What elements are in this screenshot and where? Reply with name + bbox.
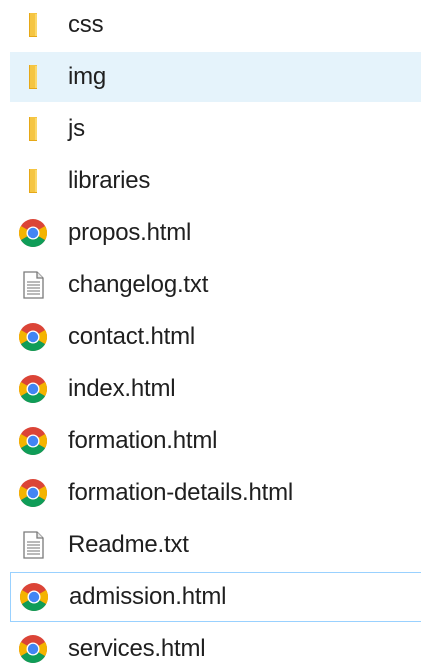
chrome-icon	[19, 323, 47, 351]
file-row-contact-html[interactable]: contact.html	[10, 312, 421, 362]
folder-icon	[29, 65, 37, 89]
file-row-libraries[interactable]: libraries	[10, 156, 421, 206]
file-name: formation.html	[68, 427, 218, 454]
file-row-css[interactable]: css	[10, 0, 421, 50]
text-file-icon	[23, 271, 44, 299]
file-name: libraries	[68, 167, 151, 194]
file-name: formation-details.html	[68, 479, 294, 506]
file-name: services.html	[68, 635, 206, 662]
file-name: propos.html	[68, 219, 192, 246]
file-row-formation-details-html[interactable]: formation-details.html	[10, 468, 421, 518]
file-row-services-html[interactable]: services.html	[10, 624, 421, 663]
file-name: css	[68, 11, 104, 38]
file-row-readme-txt[interactable]: Readme.txt	[10, 520, 421, 570]
chrome-icon	[19, 219, 47, 247]
file-row-formation-html[interactable]: formation.html	[10, 416, 421, 466]
file-row-changelog-txt[interactable]: changelog.txt	[10, 260, 421, 310]
chrome-icon	[20, 583, 48, 611]
file-list: css img js libraries propos.html changel…	[0, 0, 421, 663]
file-name: changelog.txt	[68, 271, 209, 298]
file-name: img	[68, 63, 107, 90]
file-name: contact.html	[68, 323, 195, 350]
chrome-icon	[19, 635, 47, 663]
folder-icon	[29, 169, 37, 193]
file-row-img[interactable]: img	[10, 52, 421, 102]
chrome-icon	[19, 427, 47, 455]
text-file-icon	[23, 531, 44, 559]
file-name: index.html	[68, 375, 176, 402]
folder-icon	[29, 13, 37, 37]
file-name: js	[68, 115, 85, 142]
chrome-icon	[19, 479, 47, 507]
file-row-admission-html[interactable]: admission.html	[10, 572, 421, 622]
file-row-propos-html[interactable]: propos.html	[10, 208, 421, 258]
chrome-icon	[19, 375, 47, 403]
file-name: Readme.txt	[68, 531, 189, 558]
folder-icon	[29, 117, 37, 141]
file-row-index-html[interactable]: index.html	[10, 364, 421, 414]
file-row-js[interactable]: js	[10, 104, 421, 154]
file-name: admission.html	[69, 583, 227, 610]
